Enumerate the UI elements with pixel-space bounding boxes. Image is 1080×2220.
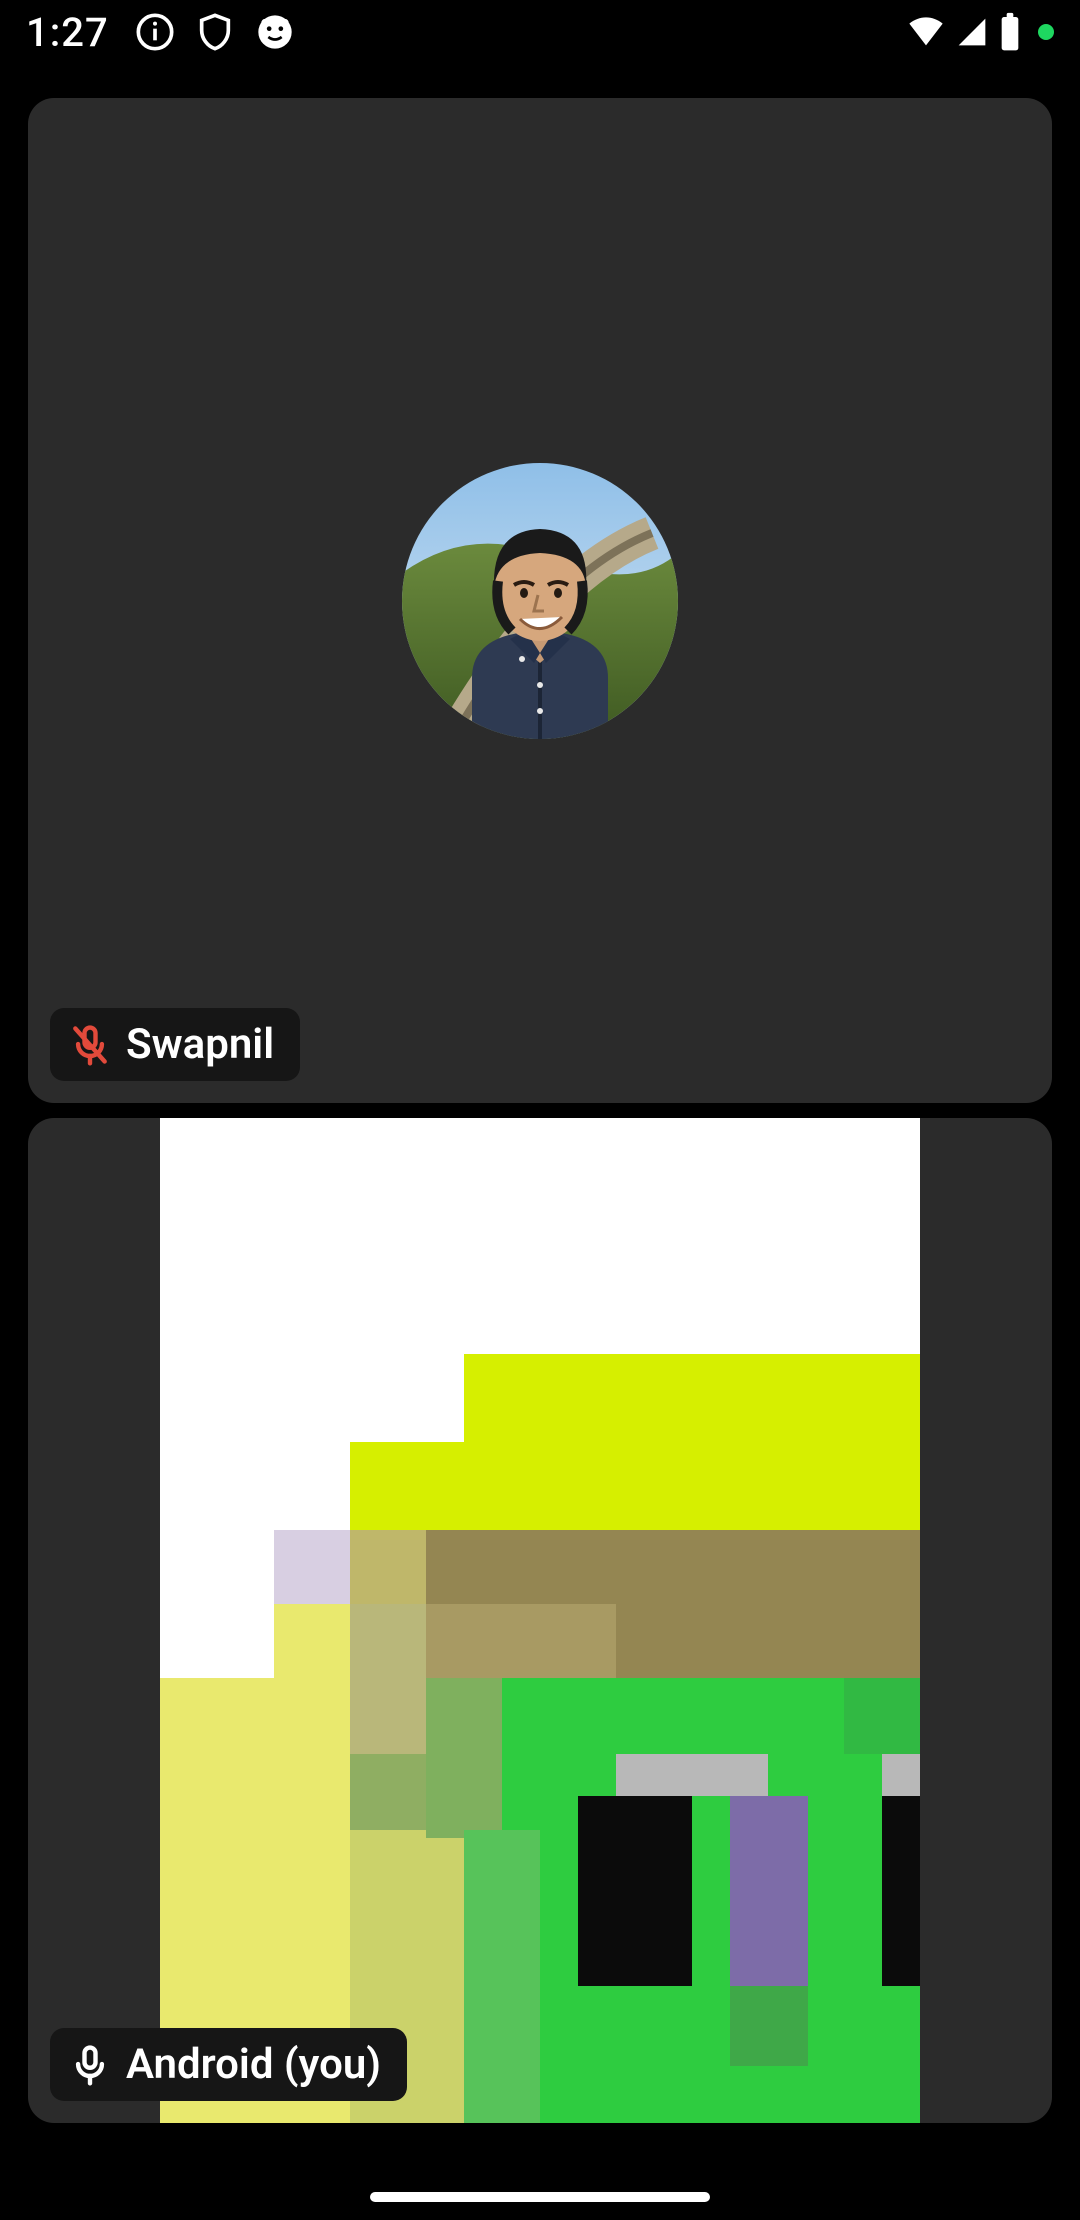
status-bar-right — [906, 12, 1054, 52]
participant-tile-remote[interactable]: Swapnil — [28, 98, 1052, 1103]
participant-name-badge: Swapnil — [50, 1008, 300, 1081]
info-icon — [135, 12, 175, 52]
status-bar: 1:27 — [0, 0, 1080, 64]
face-icon — [255, 12, 295, 52]
cell-signal-icon — [956, 12, 988, 52]
wifi-icon — [906, 12, 946, 52]
self-name-badge: Android (you) — [50, 2028, 407, 2101]
participant-tile-self[interactable]: Android (you) — [28, 1118, 1052, 2123]
shield-icon — [195, 12, 235, 52]
battery-icon — [998, 12, 1022, 52]
participant-avatar — [402, 463, 678, 739]
status-bar-left: 1:27 — [26, 9, 295, 56]
status-clock: 1:27 — [26, 9, 109, 56]
mic-on-icon — [68, 2043, 112, 2087]
active-indicator-dot — [1038, 24, 1054, 40]
self-video-feed — [160, 1118, 920, 2123]
mic-muted-icon — [68, 1023, 112, 1067]
home-indicator[interactable] — [370, 2192, 710, 2202]
self-name-label: Android (you) — [126, 2040, 381, 2089]
participant-name-label: Swapnil — [126, 1020, 274, 1069]
